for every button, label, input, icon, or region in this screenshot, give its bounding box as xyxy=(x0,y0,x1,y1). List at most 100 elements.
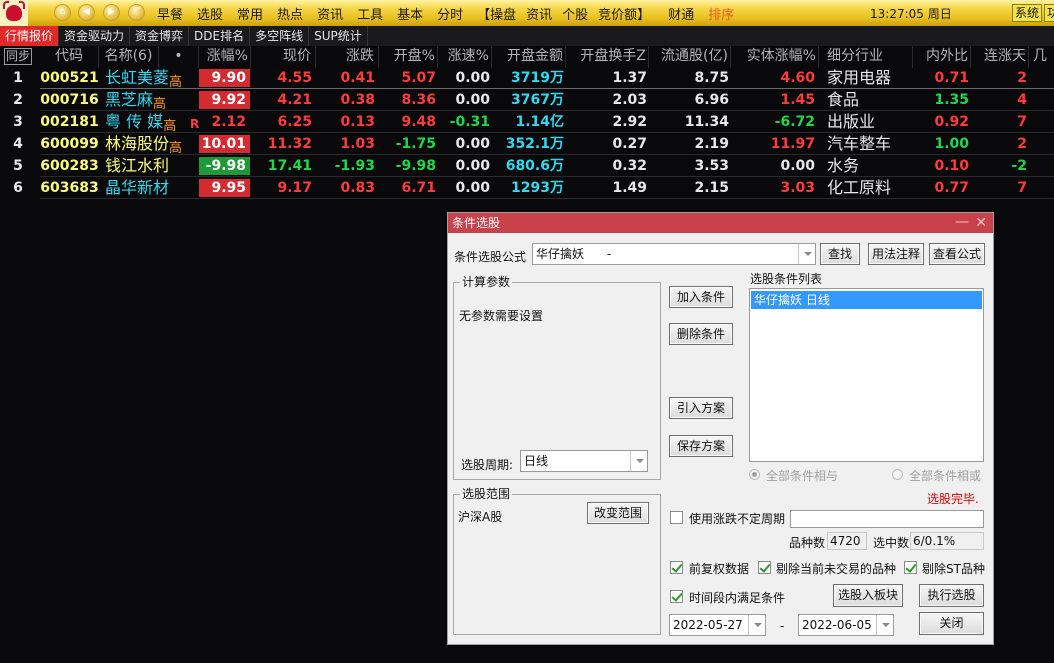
menu-auction-amount[interactable]: 竞价额】 xyxy=(598,4,650,23)
forward-adjust-checkbox[interactable] xyxy=(670,561,683,574)
col-price[interactable]: 现价 xyxy=(251,46,316,68)
change-scope-button[interactable]: 改变范围 xyxy=(587,502,649,524)
col-io-ratio[interactable]: 内外比 xyxy=(913,46,971,68)
row-index: 1 xyxy=(13,70,23,86)
condition-list-item[interactable]: 华仔擒妖 日线 xyxy=(751,291,982,309)
radio-and[interactable] xyxy=(749,469,760,480)
date-separator: - xyxy=(780,619,785,633)
count-value: 4720 xyxy=(827,532,867,550)
chevron-down-icon[interactable] xyxy=(876,615,893,635)
tab-dde-rank[interactable]: DDE排名 xyxy=(189,26,251,46)
tab-capital-drive[interactable]: 资金驱动力 xyxy=(59,26,131,46)
chevron-down-icon[interactable] xyxy=(630,451,647,471)
menu-common[interactable]: 常用 xyxy=(237,4,263,23)
table-row[interactable]: 3 002181 粤 传 媒高 R 2.12 6.25 0.13 9.48 -0… xyxy=(0,111,1054,134)
body-pct: 4.60 xyxy=(780,70,815,86)
menu-basic[interactable]: 基本 xyxy=(397,4,423,23)
close-icon[interactable]: ✕ xyxy=(975,213,987,233)
table-row[interactable]: 5 600283 钱江水利 -9.98 17.41 -1.93 -9.98 0.… xyxy=(0,155,1054,177)
col-open-turnover[interactable]: 开盘换手Z xyxy=(566,46,649,68)
exclude-st-checkbox[interactable] xyxy=(904,561,917,574)
change-pct: 9.90 xyxy=(199,69,250,87)
stock-name: 长虹美菱高 xyxy=(105,67,205,90)
chevron-down-icon[interactable] xyxy=(748,615,765,635)
tab-sup-stats[interactable]: SUP统计 xyxy=(309,26,368,46)
date-from-picker[interactable]: 2022-05-27 xyxy=(669,614,766,636)
add-condition-button[interactable]: 加入条件 xyxy=(669,286,733,308)
formula-select[interactable]: 华仔擒妖 - xyxy=(532,243,816,265)
stock-code: 002181 xyxy=(40,114,99,130)
back-icon[interactable]: ◀ xyxy=(78,4,95,21)
table-row[interactable]: 2 000716 黑芝麻高 9.92 4.21 0.38 8.36 0.00 3… xyxy=(0,89,1054,112)
minimize-icon[interactable]: — xyxy=(955,213,969,231)
col-change-pct[interactable]: 涨幅% xyxy=(199,46,251,68)
stock-name-text: 晶华新材 xyxy=(105,178,170,197)
col-industry[interactable]: 细分行业 xyxy=(819,46,913,68)
delete-condition-button[interactable]: 删除条件 xyxy=(669,323,733,345)
condition-list[interactable]: 华仔擒妖 日线 xyxy=(749,288,984,462)
tab-quotes[interactable]: 行情报价 xyxy=(0,26,60,46)
menu-sort[interactable]: 排序 xyxy=(708,4,734,23)
view-formula-button[interactable]: 查看公式 xyxy=(929,243,985,265)
speed: 0.00 xyxy=(455,136,490,152)
stock-code: 000521 xyxy=(40,70,99,86)
menu-hotspot[interactable]: 热点 xyxy=(277,4,303,23)
home-icon[interactable]: ⌂ xyxy=(54,4,71,21)
menu-breakfast[interactable]: 早餐 xyxy=(157,4,183,23)
find-button[interactable]: 查找 xyxy=(820,243,860,265)
col-code[interactable]: 代码 xyxy=(40,46,99,68)
function-button[interactable]: 功 xyxy=(1044,4,1054,22)
col-open-pct[interactable]: 开盘% xyxy=(379,46,438,68)
period-select[interactable]: 日线 xyxy=(520,450,648,472)
menu-trading[interactable]: 【操盘 xyxy=(477,4,516,23)
col-dot[interactable]: • xyxy=(159,46,199,68)
chevron-down-icon[interactable] xyxy=(798,244,815,264)
menu-news-2[interactable]: 资讯 xyxy=(526,4,552,23)
industry: 化工原料 xyxy=(827,178,892,197)
menu-caitong[interactable]: 财通 xyxy=(668,4,694,23)
menu-intraday[interactable]: 分时 xyxy=(437,4,463,23)
import-scheme-button[interactable]: 引入方案 xyxy=(669,397,733,419)
col-name[interactable]: 名称(6) xyxy=(99,46,159,68)
close-button[interactable]: 关闭 xyxy=(919,612,984,635)
row-index: 5 xyxy=(13,158,23,174)
expand-down-icon[interactable]: ︾ xyxy=(128,4,145,21)
body-pct: 1.45 xyxy=(780,92,815,108)
uncertain-period-input[interactable] xyxy=(790,510,984,528)
execute-select-button[interactable]: 执行选股 xyxy=(919,584,984,607)
date-to-picker[interactable]: 2022-06-05 xyxy=(798,614,894,636)
table-row[interactable]: 6 603683 晶华新材 9.95 9.17 0.83 6.71 0.00 1… xyxy=(0,177,1054,199)
col-streak[interactable]: 连涨天 xyxy=(971,46,1029,68)
dialog-title-bar[interactable]: 条件选股 — ✕ xyxy=(448,213,993,233)
col-more[interactable]: 几 xyxy=(1033,46,1054,68)
industry: 汽车整车 xyxy=(827,134,892,153)
table-row[interactable]: 1 000521 长虹美菱高 9.90 4.55 0.41 5.07 0.00 … xyxy=(0,67,1054,90)
tab-capital-game[interactable]: 资金博弈 xyxy=(130,26,190,46)
time-range-checkbox[interactable] xyxy=(670,590,683,603)
forward-icon[interactable]: ▶ xyxy=(103,4,120,21)
col-speed[interactable]: 涨速% xyxy=(438,46,492,68)
uncertain-period-label: 使用涨跌不定周期 xyxy=(689,512,786,526)
app-logo[interactable] xyxy=(0,0,28,26)
save-scheme-button[interactable]: 保存方案 xyxy=(669,435,733,457)
radio-or[interactable] xyxy=(892,469,903,480)
col-open-amount[interactable]: 开盘金额 xyxy=(492,46,566,68)
col-change[interactable]: 涨跌 xyxy=(316,46,379,68)
radio-and-label: 全部条件相与 xyxy=(766,469,839,483)
col-body-pct[interactable]: 实体涨幅% xyxy=(731,46,819,68)
menu-tools[interactable]: 工具 xyxy=(357,4,383,23)
system-button[interactable]: 系统 xyxy=(1012,4,1043,22)
usage-notes-button[interactable]: 用法注释 xyxy=(868,243,924,265)
exclude-untraded-checkbox[interactable] xyxy=(758,561,771,574)
sync-button[interactable]: 同步 xyxy=(4,48,32,65)
menu-news[interactable]: 资讯 xyxy=(317,4,343,23)
menu-stock[interactable]: 个股 xyxy=(562,4,588,23)
radio-or-label: 全部条件相或 xyxy=(909,469,982,483)
add-to-block-button[interactable]: 选股入板块 xyxy=(833,584,903,607)
tab-long-short[interactable]: 多空阵线 xyxy=(250,26,310,46)
stock-code: 000716 xyxy=(40,92,99,108)
table-row[interactable]: 4 600099 林海股份高 10.01 11.32 1.03 -1.75 0.… xyxy=(0,133,1054,156)
col-float-shares[interactable]: 流通股(亿) xyxy=(649,46,731,68)
menu-stock-select[interactable]: 选股 xyxy=(197,4,223,23)
uncertain-period-checkbox[interactable] xyxy=(670,511,683,524)
